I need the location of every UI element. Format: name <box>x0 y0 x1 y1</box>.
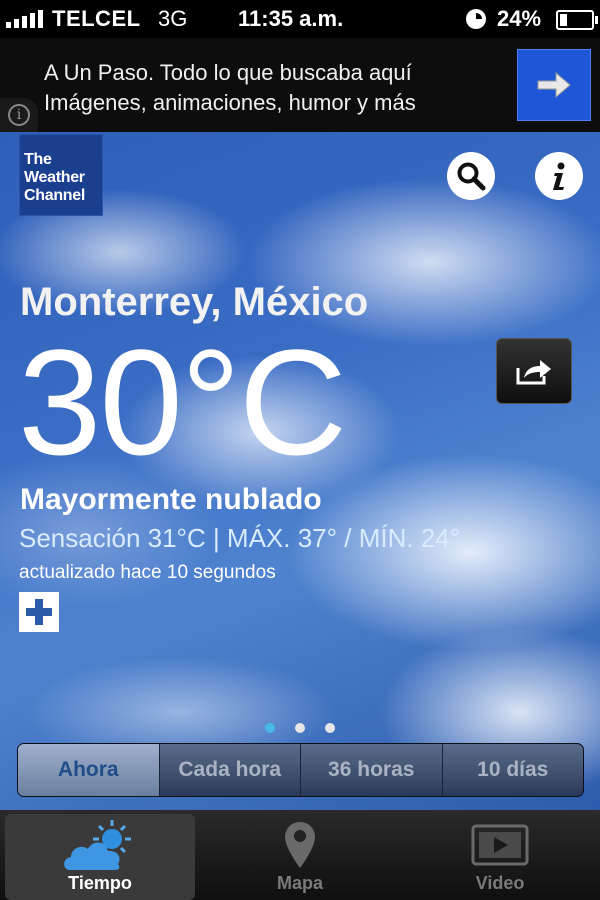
updated-time: actualizado hace 10 segundos <box>19 562 276 583</box>
plus-icon <box>26 599 52 625</box>
network-type: 3G <box>158 6 188 31</box>
signal-strength-icon <box>6 10 43 28</box>
weather-condition: Mayormente nublado <box>20 483 322 516</box>
segment-hourly[interactable]: Cada hora <box>158 744 301 796</box>
forecast-segmented-control: Ahora Cada hora 36 horas 10 días <box>17 743 584 797</box>
tab-video-label: Video <box>475 873 525 893</box>
page-dot-1[interactable] <box>265 723 275 733</box>
current-temperature: 30°C <box>18 318 347 486</box>
ad-banner[interactable]: A Un Paso. Todo lo que buscaba aquí Imág… <box>0 38 600 132</box>
clock: 11:35 a.m. <box>238 6 344 31</box>
search-icon <box>457 162 486 191</box>
video-play-icon <box>471 824 529 866</box>
battery-icon <box>556 10 598 30</box>
ad-line-1: A Un Paso. Todo lo que buscaba aquí <box>44 60 412 85</box>
rotation-lock-icon <box>466 9 486 29</box>
tab-video[interactable]: Video <box>405 814 595 900</box>
share-button[interactable] <box>496 338 572 404</box>
page-dot-3[interactable] <box>325 723 335 733</box>
tab-bar: Tiempo Mapa Video <box>0 810 600 900</box>
segment-now[interactable]: Ahora <box>18 744 159 796</box>
info-icon <box>553 162 565 190</box>
carrier-name: TELCEL <box>52 6 141 31</box>
page-dot-2[interactable] <box>295 723 305 733</box>
ad-info-button[interactable]: i <box>0 98 38 132</box>
weather-channel-logo: The Weather Channel <box>19 134 103 216</box>
tab-weather[interactable]: Tiempo <box>5 814 195 900</box>
weather-cloud-sun-icon <box>64 820 131 870</box>
share-icon <box>516 360 551 385</box>
search-button[interactable] <box>447 152 495 200</box>
ad-line-2: Imágenes, animaciones, humor y más <box>44 90 416 115</box>
tab-weather-label: Tiempo <box>68 873 132 893</box>
logo-text: The Weather Channel <box>24 151 86 204</box>
arrow-right-icon <box>537 71 571 99</box>
segment-10-days[interactable]: 10 días <box>441 744 584 796</box>
battery-percent: 24% <box>497 6 542 31</box>
info-icon: i <box>8 104 30 126</box>
status-bar: TELCEL 3G 11:35 a.m. 24% <box>0 0 600 38</box>
add-location-button[interactable] <box>19 592 59 632</box>
feels-like-and-range: Sensación 31°C | MÁX. 37° / MÍN. 24° <box>19 523 461 553</box>
segment-36-hours[interactable]: 36 horas <box>300 744 442 796</box>
page-indicator[interactable] <box>0 720 600 736</box>
ad-go-button[interactable] <box>517 49 591 121</box>
map-pin-icon <box>285 822 315 868</box>
info-button[interactable] <box>535 152 583 200</box>
tab-map[interactable]: Mapa <box>205 814 395 900</box>
tab-map-label: Mapa <box>276 873 323 893</box>
ad-text[interactable]: A Un Paso. Todo lo que buscaba aquí Imág… <box>44 58 416 118</box>
